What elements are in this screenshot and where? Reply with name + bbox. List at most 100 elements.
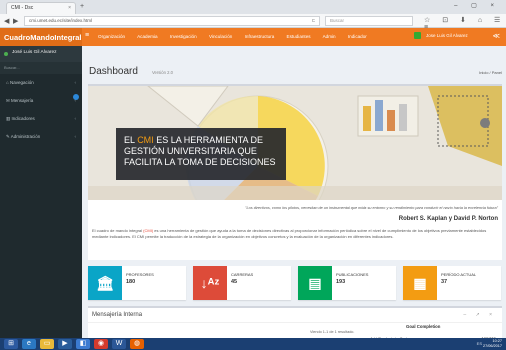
- sidebar-user-panel: José Luis Gil Alvarez: [0, 46, 82, 62]
- word-icon[interactable]: W: [112, 339, 126, 349]
- address-bar[interactable]: cmi.umet.edu.ec/site/index.html C: [24, 16, 320, 26]
- info-box-number: 193: [336, 279, 346, 285]
- box-tools[interactable]: – ↗ ×: [463, 312, 496, 318]
- info-box-number: 45: [231, 279, 238, 285]
- info-box-periodo[interactable]: ▦ PERÍODO ACTUAL 37: [403, 266, 501, 300]
- search-placeholder: Buscar: [330, 18, 345, 23]
- brand-logo[interactable]: CuadroMandoIntegral: [0, 28, 82, 46]
- divider: [88, 322, 502, 323]
- sidebar: José Luis Gil Alvarez Buscar... ⌂ Navega…: [0, 46, 82, 338]
- chevron-left-icon: ‹: [74, 116, 77, 121]
- os-taskbar: ⊞ e ▭ ▶ ◧ ◉ W ◍ ES 10:27 27/06/2017: [0, 338, 506, 350]
- tab-title: CMI - Dsc: [11, 5, 34, 11]
- notification-icon[interactable]: [414, 32, 421, 39]
- messaging-title: Mensajería Interna: [92, 312, 143, 318]
- hero-line1-post: ES LA HERRAMIENTA DE: [153, 135, 264, 145]
- hero-quote: "Los directivos, como los pilotos, neces…: [245, 206, 498, 210]
- para-highlight: (CMI): [143, 228, 154, 233]
- hero-banner: EL CMI ES LA HERRAMIENTA DE GESTIÓN UNIV…: [88, 86, 502, 200]
- para-pre: El cuadro de mando integral: [92, 228, 144, 233]
- browser-tab-bar: CMI - Dsc × + – ▢ ×: [0, 0, 506, 14]
- menu-item-investigacion[interactable]: Investigación: [170, 34, 197, 39]
- chevron-left-icon: ‹: [74, 134, 77, 139]
- sidebar-item-label: Indicadores: [11, 116, 35, 121]
- hero-line1-pre: EL: [124, 135, 138, 145]
- forward-icon[interactable]: ▶: [13, 17, 18, 25]
- breadcrumb[interactable]: Inicio / Panel: [479, 70, 502, 75]
- new-tab-button[interactable]: +: [80, 3, 84, 10]
- hero-cmi-highlight: CMI: [137, 135, 154, 145]
- online-status-icon: [4, 52, 8, 56]
- info-box-label: CARRERAS: [231, 272, 254, 277]
- close-tab-icon[interactable]: ×: [68, 5, 71, 11]
- slider-next-button[interactable]: [480, 118, 490, 128]
- chevron-left-icon: ‹: [74, 98, 77, 103]
- quote-author: Robert S. Kaplan y David P. Norton: [398, 216, 498, 222]
- bank-icon: 🏛: [88, 266, 122, 300]
- clock-date: 27/06/2017: [482, 344, 502, 348]
- cmi-description: El cuadro de mando integral (CMI) es una…: [92, 228, 496, 240]
- sidebar-search-placeholder: Buscar...: [4, 65, 20, 70]
- info-box-label: PERÍODO ACTUAL: [441, 272, 477, 277]
- info-box-label: PUBLICACIONES: [336, 272, 369, 277]
- sidebar-item-indicadores[interactable]: ▥ Indicadores ‹: [0, 110, 82, 128]
- results-summary: Viendo 1-1 de 1 resultado.: [310, 330, 355, 334]
- calendar-icon: ▦: [403, 266, 437, 300]
- menu-item-admin[interactable]: Admin: [323, 34, 336, 39]
- menu-item-infraestructura[interactable]: Infraestructura: [245, 34, 275, 39]
- chevron-left-icon: ‹: [74, 80, 77, 85]
- sidebar-user-name: José Luis Gil Alvarez: [12, 50, 57, 55]
- goal-completion-title: Goal Completion: [406, 324, 441, 329]
- app-icon[interactable]: ◧: [76, 339, 90, 349]
- sidebar-item-administracion[interactable]: ✎ Administración ‹: [0, 128, 82, 146]
- top-menu: Organización Academia Investigación Vinc…: [98, 34, 378, 39]
- sidebar-item-label: Administración: [10, 134, 41, 139]
- firefox-icon[interactable]: ◍: [130, 339, 144, 349]
- folder-icon[interactable]: ▭: [40, 339, 54, 349]
- sidebar-item-label: Navegación: [9, 80, 34, 85]
- menu-item-academia[interactable]: Academia: [137, 34, 157, 39]
- menu-item-vinculacion[interactable]: Vinculación: [209, 34, 232, 39]
- window-controls[interactable]: – ▢ ×: [454, 2, 500, 9]
- url-text: cmi.umet.edu.ec/site/index.html: [29, 18, 93, 23]
- page-header: Dashboard Versión 2.0 Inicio / Panel: [82, 46, 506, 82]
- info-box-number: 37: [441, 279, 448, 285]
- info-box-number: 180: [126, 279, 136, 285]
- chrome-icon[interactable]: ◉: [94, 339, 108, 349]
- menu-item-estudiantes[interactable]: Estudiantes: [287, 34, 311, 39]
- media-icon[interactable]: ▶: [58, 339, 72, 349]
- hero-headline: EL CMI ES LA HERRAMIENTA DE GESTIÓN UNIV…: [116, 128, 286, 180]
- info-box-label: PROFESORES: [126, 272, 154, 277]
- browser-tab[interactable]: CMI - Dsc ×: [6, 2, 76, 14]
- browser-search-input[interactable]: Buscar: [325, 16, 413, 26]
- system-clock[interactable]: 10:27 27/06/2017: [483, 339, 502, 349]
- hero-box: EL CMI ES LA HERRAMIENTA DE GESTIÓN UNIV…: [88, 84, 502, 260]
- header-user-name: Jose Luis Gil Alvarez: [426, 33, 468, 38]
- sidebar-item-navegacion[interactable]: ⌂ Navegación ‹: [0, 74, 82, 92]
- main-content: Dashboard Versión 2.0 Inicio / Panel EL …: [82, 46, 506, 342]
- page-title: Dashboard: [89, 66, 138, 77]
- hamburger-menu-icon[interactable]: ≡: [85, 32, 89, 39]
- app-header: CuadroMandoIntegral ≡ Organización Acade…: [0, 28, 506, 46]
- info-box-publicaciones[interactable]: ▤ PUBLICACIONES 193: [298, 266, 396, 300]
- menu-item-organizacion[interactable]: Organización: [98, 34, 125, 39]
- start-icon[interactable]: ⊞: [4, 339, 18, 349]
- sidebar-item-label: Mensajería: [11, 98, 34, 103]
- language-indicator[interactable]: ES: [477, 341, 482, 346]
- reload-icon[interactable]: C: [312, 18, 315, 23]
- messaging-box: Mensajería Interna – ↗ × Goal Completion…: [88, 306, 502, 342]
- back-icon[interactable]: ◀: [4, 17, 9, 25]
- share-icon[interactable]: ≪: [493, 32, 500, 40]
- menu-item-indicador[interactable]: Indicador: [348, 34, 367, 39]
- page-subtitle: Versión 2.0: [152, 70, 173, 75]
- sidebar-search-input[interactable]: Buscar...: [0, 62, 82, 74]
- sidebar-item-mensajeria[interactable]: ✉ Mensajería ‹: [0, 92, 82, 110]
- hero-line2: GESTIÓN UNIVERSITARIA QUE: [124, 146, 257, 156]
- browser-toolbar: ◀ ▶ cmi.umet.edu.ec/site/index.html C Bu…: [0, 14, 506, 31]
- hero-line3: FACILITA LA TOMA DE DECISIONES: [124, 157, 276, 167]
- sort-az-icon: ↓ᴬᶻ: [193, 266, 227, 300]
- info-box-profesores[interactable]: 🏛 PROFESORES 180: [88, 266, 186, 300]
- ie-icon[interactable]: e: [22, 339, 36, 349]
- book-icon: ▤: [298, 266, 332, 300]
- info-box-carreras[interactable]: ↓ᴬᶻ CARRERAS 45: [193, 266, 291, 300]
